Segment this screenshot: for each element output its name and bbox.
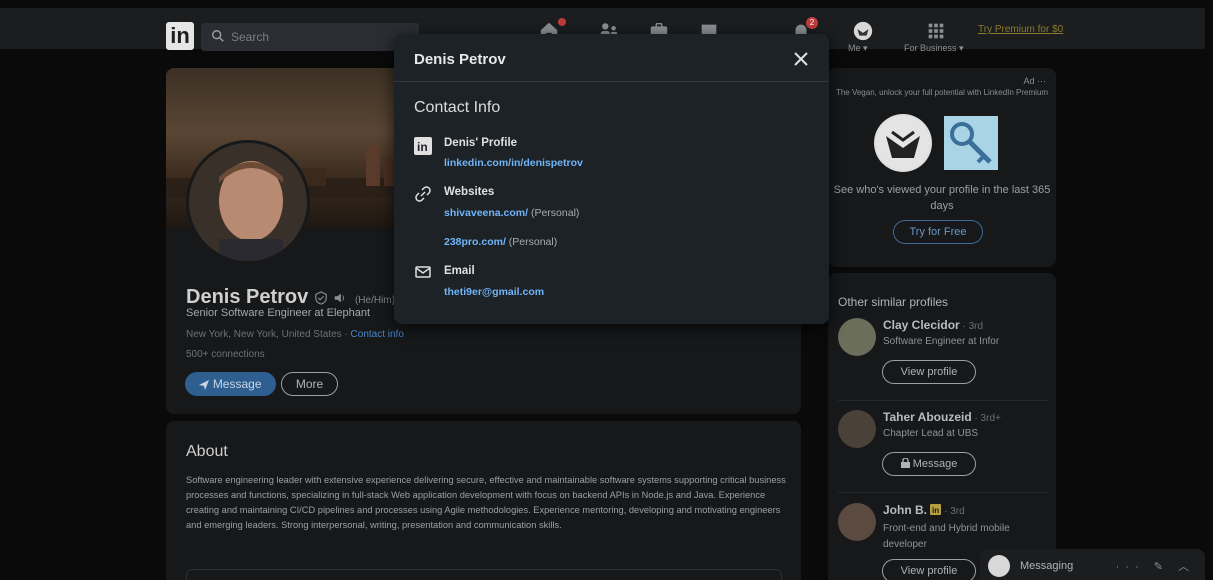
avatar [988,555,1010,577]
avatar[interactable] [838,410,876,448]
profile-name: Denis Petrov (He/Him) [186,286,395,309]
messaging-bar[interactable]: Messaging ··· ✎ ︿ [980,549,1205,580]
person-headline: Chapter Lead at UBS [883,428,979,439]
email-link[interactable]: theti9er@gmail.com [444,286,544,298]
linkedin-badge-icon: in [930,504,942,515]
profile-url-link[interactable]: linkedin.com/in/denispetrov [444,157,583,169]
pronouns: (He/Him) [354,295,395,306]
connection-degree: · 3rd [959,321,984,332]
modal-header: Denis Petrov [394,34,829,82]
modal-title: Denis Petrov [414,51,506,68]
connection-degree: · 3rd [941,506,965,517]
person-name-text: Clay Clecidor [883,318,960,332]
user-avatar-image [874,114,932,172]
page: in 2 Me ▾ For Business ▾ Try Pr [0,0,1213,580]
view-profile-button[interactable]: View profile [882,360,976,384]
contact-info-link[interactable]: Contact info [351,329,404,340]
profile-label: Denis' Profile [444,137,518,149]
speaker-icon[interactable] [333,291,347,305]
profile-photo[interactable] [186,140,310,264]
search-icon [212,30,224,42]
logo-image [876,116,930,170]
envelope-icon [415,266,431,278]
search-input[interactable] [231,23,411,51]
linkedin-icon: in [414,137,432,155]
divider [838,492,1048,493]
verified-icon [315,290,327,305]
person-headline: Software Engineer at Infor [883,336,1000,347]
website-type: (Personal) [505,236,558,248]
message-button[interactable]: Message [185,372,276,396]
profile-photo-image [189,143,307,261]
person-name[interactable]: John B. in · 3rd [883,503,965,517]
about-title: About [186,443,228,460]
nav-for-business[interactable] [925,20,949,44]
website-link[interactable]: shivaveena.com/ [444,207,528,219]
ad-card: Ad ··· The Vegan, unlock your full poten… [828,68,1056,267]
notifications-badge: 2 [806,17,818,29]
view-profile-button[interactable]: View profile [882,559,976,580]
message-button-label: Message [212,377,262,391]
message-person-button[interactable]: Message [882,452,976,476]
website-item: 238pro.com/ (Personal) [444,236,557,248]
ad-label-text: Ad [1023,76,1035,86]
me-label-text: Me [848,43,861,53]
link-icon [415,186,431,202]
similar-profiles-card: Other similar profiles Clay Clecidor · 3… [828,273,1056,580]
ad-label[interactable]: Ad ··· [1023,76,1046,86]
ad-description: See who's viewed your profile in the las… [833,184,1051,212]
websites-label: Websites [444,186,495,198]
connections-count[interactable]: 500+ connections [186,349,265,360]
about-text: Software engineering leader with extensi… [186,475,786,530]
ad-tagline: The Vegan, unlock your full potential wi… [835,88,1049,97]
person-name[interactable]: Clay Clecidor · 3rd [883,318,983,332]
about-card: About Software engineering leader with e… [166,421,801,580]
person-name[interactable]: Taher Abouzeid · 3rd+ [883,410,1001,424]
me-label[interactable]: Me ▾ [848,43,868,54]
nav-me[interactable] [852,20,876,44]
search-bar[interactable] [201,23,419,51]
profile-headline: Senior Software Engineer at Elephant [186,307,371,319]
avatar-icon [853,21,873,41]
message-button-label: Message [912,458,958,470]
premium-link[interactable]: Try Premium for $0 [978,24,1063,35]
close-icon[interactable] [792,50,810,68]
website-link[interactable]: 238pro.com/ [444,236,506,248]
messaging-actions[interactable]: ··· ✎ ︿ [1116,558,1195,574]
connection-degree: · 3rd+ [971,413,1001,424]
svg-text:in: in [932,506,939,515]
avatar[interactable] [838,503,876,541]
for-business-label[interactable]: For Business ▾ [904,43,964,54]
person-name-text: John B. [883,503,927,517]
website-type: (Personal) [528,207,580,219]
contact-info-modal: Denis Petrov Contact Info in Denis' Prof… [394,34,829,324]
contact-info-heading: Contact Info [414,99,501,116]
home-badge [558,18,566,26]
grid-icon [928,23,944,39]
website-item: shivaveena.com/ (Personal) [444,207,579,219]
lock-icon [900,457,910,468]
divider [838,400,1048,401]
try-for-free-button[interactable]: Try for Free [893,220,983,244]
more-button[interactable]: More [281,372,338,396]
send-icon [199,379,210,390]
person-name-text: Taher Abouzeid [883,410,972,424]
svg-text:in: in [417,140,428,154]
for-business-text: For Business [904,43,957,53]
location-text: New York, New York, United States · [186,329,351,340]
avatar[interactable] [838,318,876,356]
skills-box [186,569,782,580]
email-label: Email [444,265,475,277]
messaging-label[interactable]: Messaging [1020,560,1073,572]
key-icon [944,116,998,170]
linkedin-logo[interactable]: in [166,22,194,50]
profile-name-text: Denis Petrov [186,286,309,308]
similar-profiles-title: Other similar profiles [838,295,949,309]
profile-location: New York, New York, United States · Cont… [186,329,404,340]
